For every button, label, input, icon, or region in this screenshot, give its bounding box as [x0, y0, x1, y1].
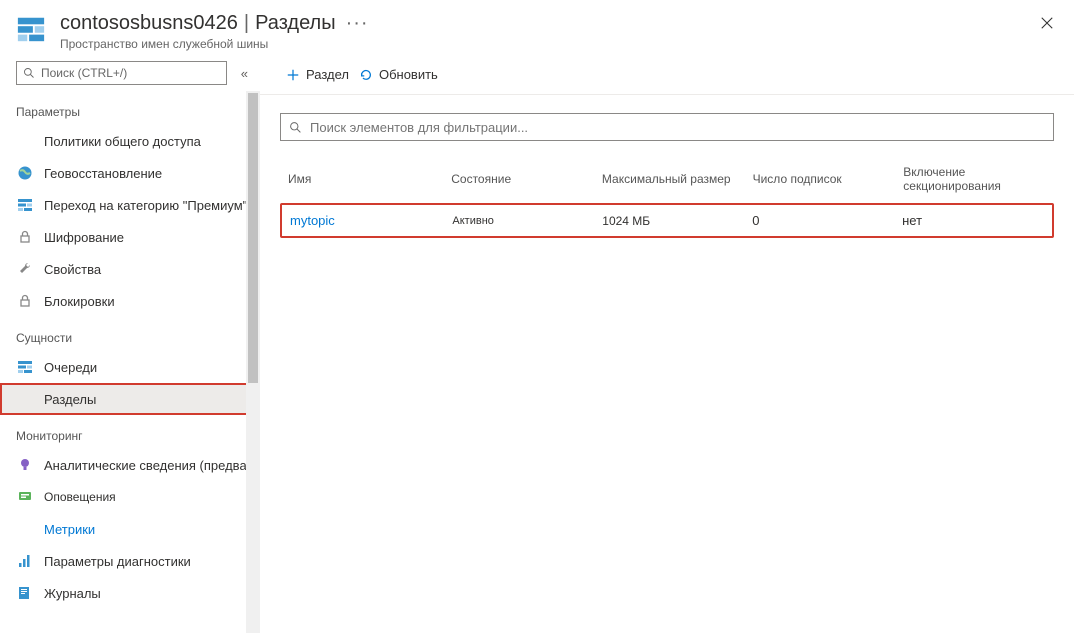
sidebar-item-geo-recovery[interactable]: Геовосстановление	[0, 157, 260, 189]
lock-icon	[16, 292, 34, 310]
sidebar-item-shared-access-policies[interactable]: Политики общего доступа	[0, 125, 260, 157]
filter-input[interactable]	[280, 113, 1054, 141]
topic-name-link[interactable]: mytopic	[286, 213, 448, 228]
more-icon[interactable]: ···	[346, 12, 369, 35]
sidebar-item-encryption[interactable]: Шифрование	[0, 221, 260, 253]
resource-type-label: Пространство имен служебной шины	[60, 37, 1022, 51]
lock-icon	[16, 228, 34, 246]
search-placeholder: Поиск (CTRL+/)	[41, 66, 127, 80]
refresh-button[interactable]: Обновить	[353, 63, 444, 86]
table-row[interactable]: mytopic Активно 1024 МБ 0 нет	[280, 203, 1054, 238]
refresh-icon	[359, 68, 373, 82]
topic-max-size: 1024 МБ	[598, 214, 748, 228]
toolbar: Раздел Обновить	[260, 55, 1074, 95]
col-name[interactable]: Имя	[284, 172, 447, 186]
col-max-size[interactable]: Максимальный размер	[598, 172, 749, 186]
sidebar-nav: Параметры Политики общего доступа Геовос…	[0, 91, 260, 629]
filter-text-field[interactable]	[310, 120, 1045, 135]
col-partitioning[interactable]: Включение секционирования	[899, 165, 1050, 193]
sidebar-item-insights[interactable]: Аналитические сведения (предварительная …	[0, 449, 260, 481]
sidebar-item-diagnostic-settings[interactable]: Параметры диагностики	[0, 545, 260, 577]
section-title: Разделы	[255, 12, 335, 35]
topic-subscriptions: 0	[748, 213, 898, 228]
resource-name: contososbusns0426	[60, 12, 238, 35]
topics-table: Имя Состояние Максимальный размер Число …	[280, 161, 1054, 238]
nav-group-parameters: Параметры	[0, 91, 260, 125]
sidebar-item-alerts[interactable]: Оповещения	[0, 481, 260, 513]
title-separator: |	[244, 12, 249, 35]
servicebus-icon	[16, 358, 34, 376]
topic-partitioning: нет	[898, 213, 1048, 228]
sidebar-item-topics[interactable]: Разделы	[0, 383, 260, 415]
search-icon	[23, 67, 35, 79]
col-subscriptions[interactable]: Число подписок	[749, 172, 900, 186]
service-bus-icon	[16, 14, 46, 44]
sidebar-item-premium-migration[interactable]: Переход на категорию "Премиум"	[0, 189, 260, 221]
sidebar-item-properties[interactable]: Свойства	[0, 253, 260, 285]
sidebar-search-input[interactable]: Поиск (CTRL+/)	[16, 61, 227, 85]
nav-group-entities: Сущности	[0, 317, 260, 351]
servicebus-icon	[16, 196, 34, 214]
col-state[interactable]: Состояние	[447, 172, 598, 186]
nav-group-monitoring: Мониторинг	[0, 415, 260, 449]
sidebar-scrollbar[interactable]	[246, 91, 260, 633]
alert-icon	[16, 488, 34, 506]
sidebar-item-metrics[interactable]: Метрики	[0, 513, 260, 545]
bulb-icon	[16, 456, 34, 474]
sidebar-item-logs[interactable]: Журналы	[0, 577, 260, 609]
close-icon[interactable]	[1036, 12, 1058, 34]
wrench-icon	[16, 260, 34, 278]
sidebar-item-locks[interactable]: Блокировки	[0, 285, 260, 317]
logs-icon	[16, 584, 34, 602]
collapse-sidebar-icon[interactable]: «	[237, 64, 252, 83]
diagnostics-icon	[16, 552, 34, 570]
sidebar-item-queues[interactable]: Очереди	[0, 351, 260, 383]
search-icon	[289, 121, 302, 134]
plus-icon	[286, 68, 300, 82]
topic-state: Активно	[448, 215, 598, 227]
globe-icon	[16, 164, 34, 182]
add-topic-button[interactable]: Раздел	[280, 63, 355, 86]
